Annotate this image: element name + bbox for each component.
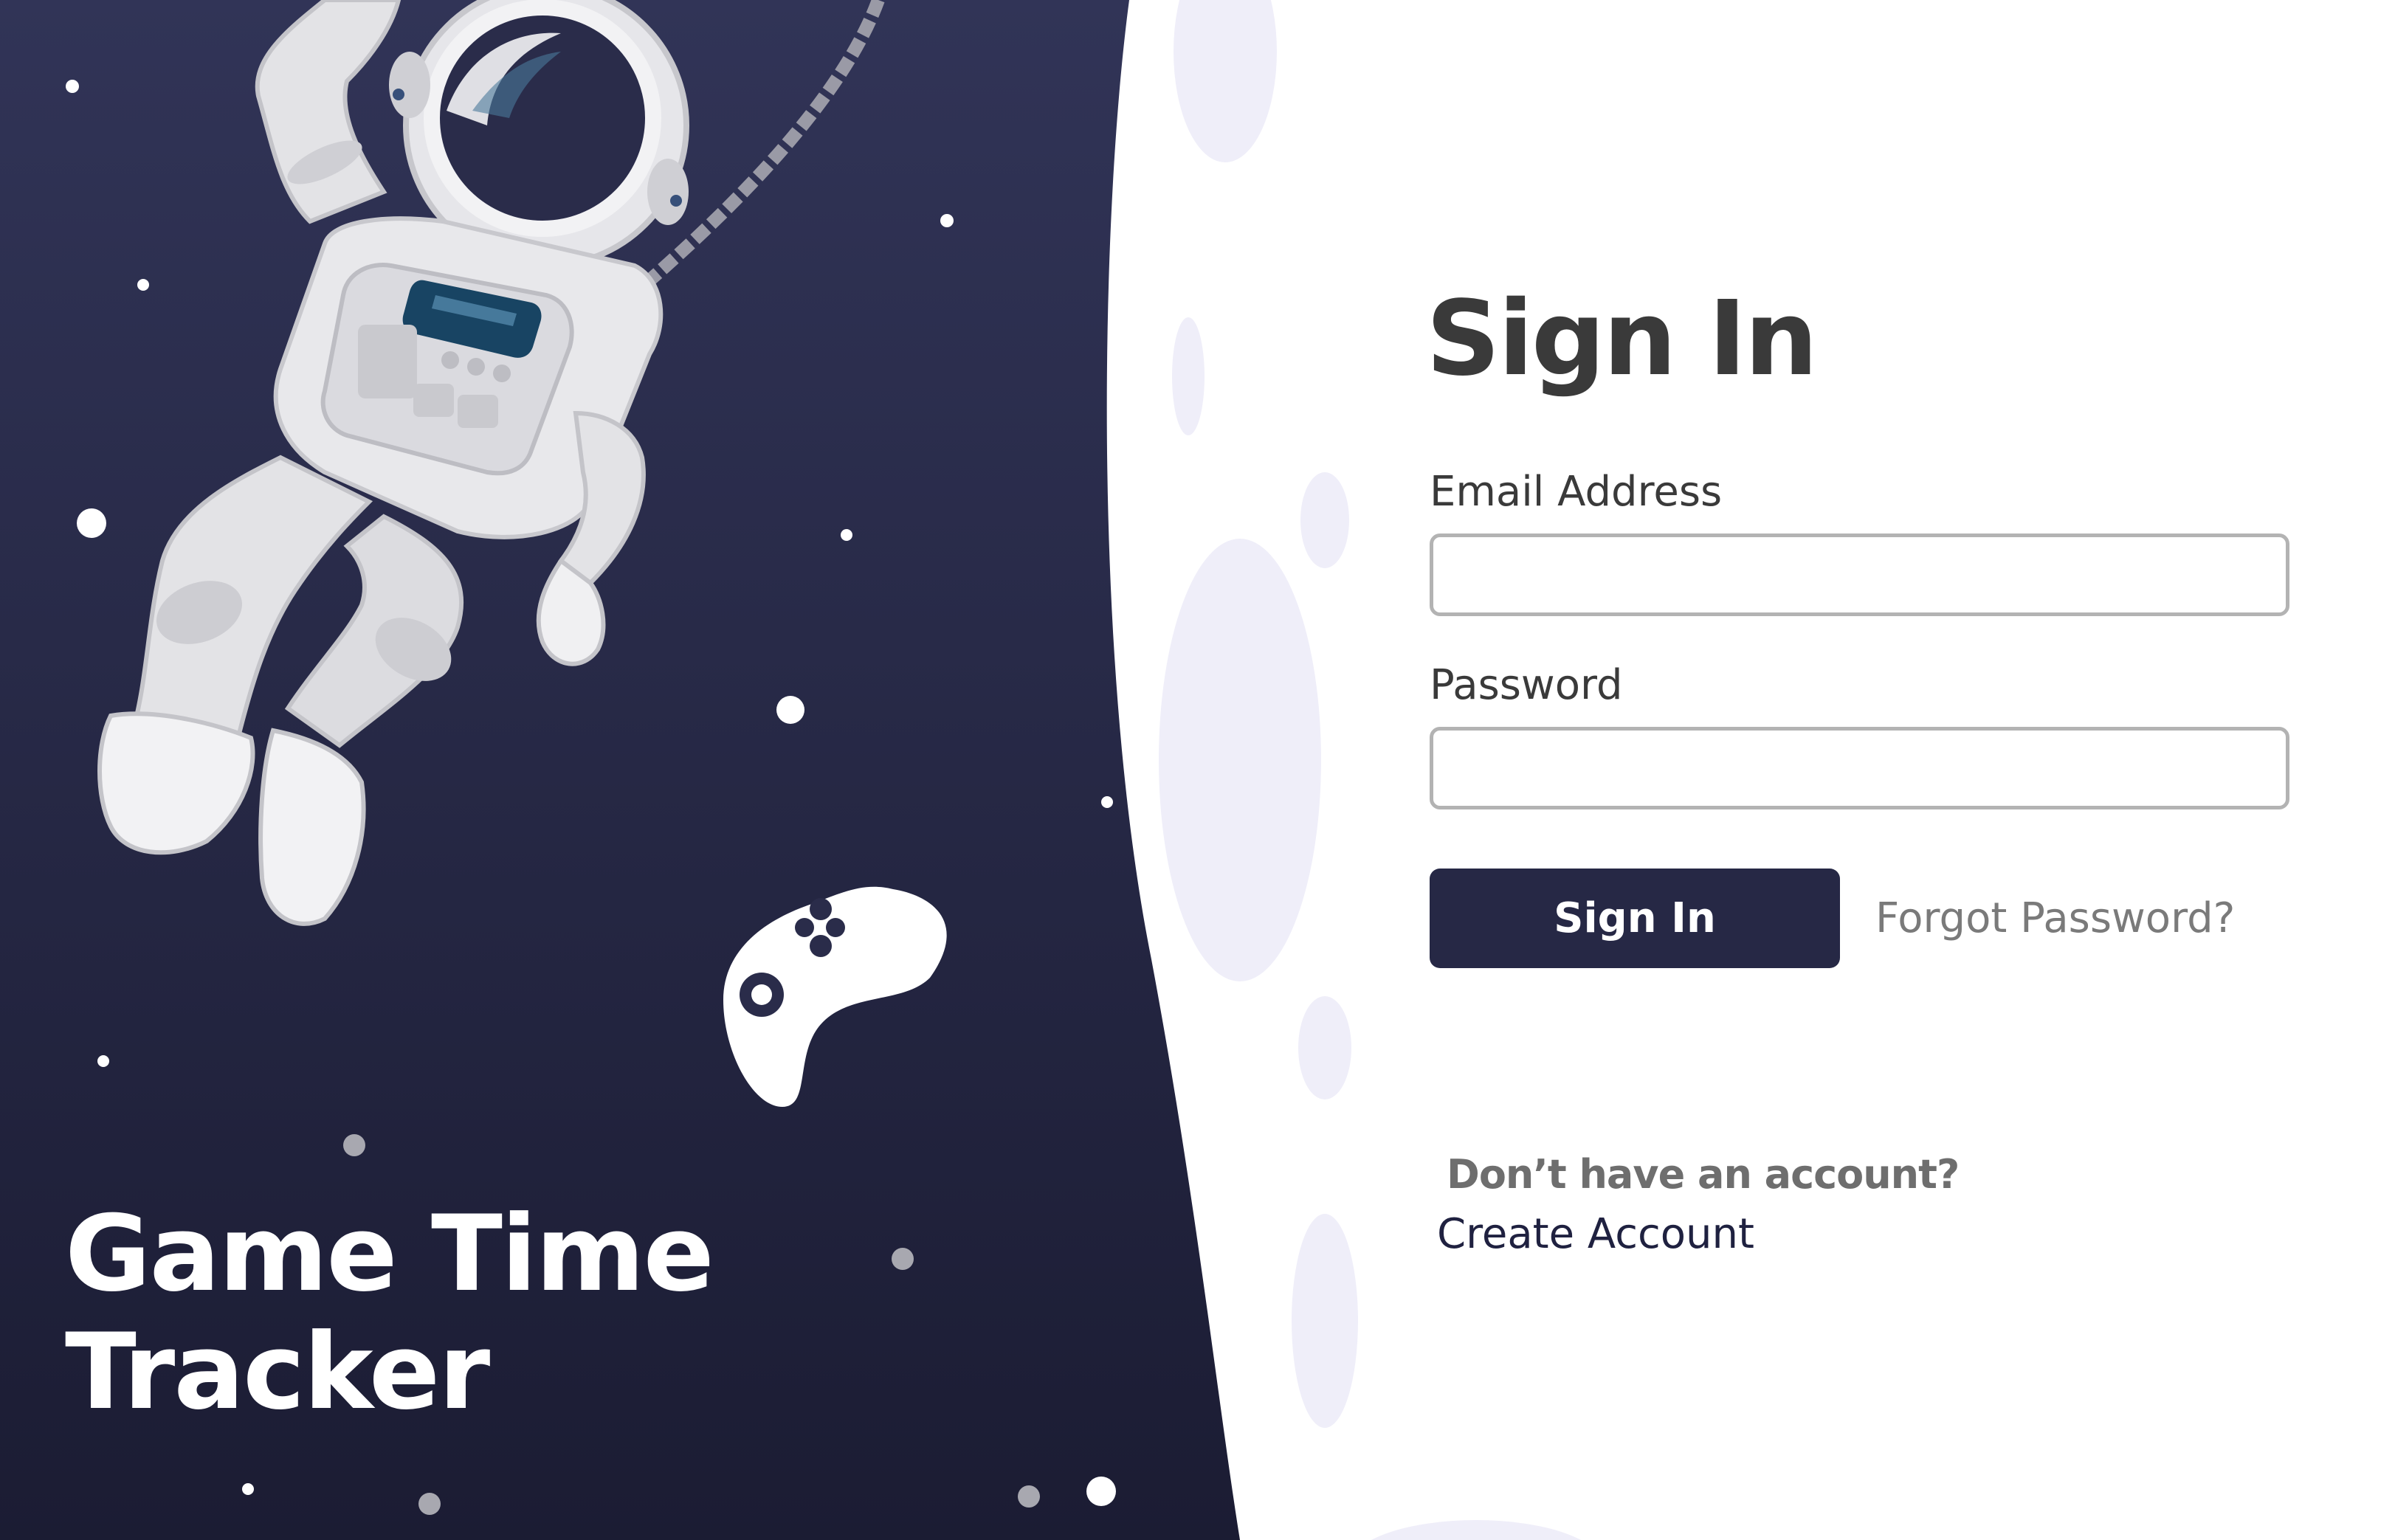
app-title-line1: Game Time [65, 1193, 714, 1315]
forgot-password-link[interactable]: Forgot Password? [1875, 894, 2235, 942]
email-field[interactable] [1430, 534, 2289, 616]
signin-form: Sign In Email Address Password Sign In F… [1426, 273, 2314, 1258]
password-field[interactable] [1430, 727, 2289, 809]
signin-page: Game Time Tracker Sign In Email Address … [0, 0, 2395, 1540]
password-label: Password [1430, 661, 1623, 709]
signin-button[interactable]: Sign In [1430, 869, 1840, 968]
create-account-link[interactable]: Create Account [1437, 1210, 1754, 1258]
no-account-text: Don’t have an account? [1447, 1151, 1960, 1198]
app-title-line2: Tracker [65, 1311, 490, 1433]
email-label: Email Address [1430, 468, 1723, 516]
app-title: Game Time Tracker [65, 1195, 1024, 1432]
signin-title: Sign In [1426, 279, 1818, 399]
